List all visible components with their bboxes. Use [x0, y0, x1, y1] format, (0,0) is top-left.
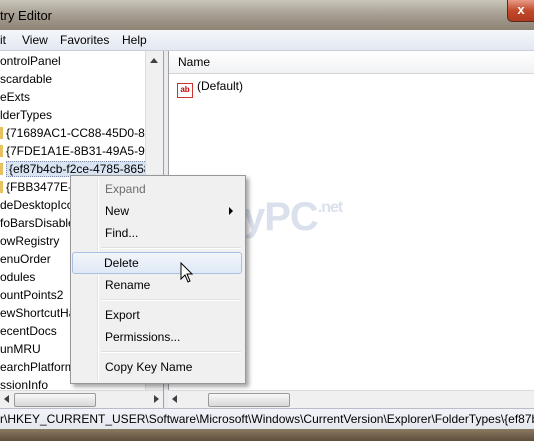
tree-horizontal-scrollbar[interactable]	[0, 390, 163, 408]
context-menu: Expand New Find... Delete Rename Export …	[70, 175, 246, 384]
values-horizontal-scrollbar[interactable]	[168, 390, 534, 408]
scroll-thumb[interactable]	[14, 393, 96, 407]
menu-separator	[101, 299, 241, 301]
title-bar: try Editor x	[0, 0, 534, 30]
menu-item-delete[interactable]: Delete	[72, 252, 242, 274]
tree-item[interactable]: deDesktopIco	[0, 196, 73, 214]
menu-item-find[interactable]: Find...	[73, 222, 243, 244]
tree-item[interactable]: owRegistry	[0, 232, 59, 250]
tree-item[interactable]: {7FDE1A1E-8B31-49A5-93E	[0, 142, 159, 160]
scroll-thumb[interactable]	[208, 393, 290, 407]
status-bar: r\HKEY_CURRENT_USER\Software\Microsoft\W…	[0, 408, 534, 429]
menu-item-expand[interactable]: Expand	[73, 178, 243, 200]
menu-bar: it View Favorites Help	[0, 30, 534, 51]
menu-view[interactable]: View	[22, 33, 48, 47]
scroll-right-arrow-icon[interactable]	[154, 395, 159, 403]
scroll-up-arrow-icon[interactable]	[150, 58, 158, 63]
menu-item-rename[interactable]: Rename	[73, 274, 243, 296]
column-header-name[interactable]: Name	[169, 51, 534, 74]
mouse-cursor-icon	[180, 262, 194, 283]
tree-item[interactable]: scardable	[0, 70, 52, 88]
tree-item[interactable]: eExts	[0, 88, 30, 106]
menu-favorites[interactable]: Favorites	[60, 33, 109, 47]
tree-item[interactable]: {71689AC1-CC88-45D0-8A	[0, 124, 153, 142]
desktop-background	[0, 429, 534, 441]
menu-help[interactable]: Help	[122, 33, 147, 47]
tree-item[interactable]: unMRU	[0, 340, 41, 358]
window-title: try Editor	[0, 8, 53, 23]
tree-item[interactable]: earchPlatform	[0, 358, 75, 376]
tree-item[interactable]: enuOrder	[0, 250, 51, 268]
folder-icon	[0, 127, 3, 139]
scroll-left-arrow-icon[interactable]	[4, 395, 9, 403]
menu-item-permissions[interactable]: Permissions...	[73, 326, 243, 348]
menu-edit[interactable]: it	[0, 33, 6, 47]
tree-item[interactable]: ontrolPanel	[0, 52, 61, 70]
folder-icon	[0, 163, 3, 175]
tree-item[interactable]: odules	[0, 268, 35, 286]
tree-item[interactable]: ecentDocs	[0, 322, 57, 340]
folder-icon	[0, 181, 3, 193]
menu-item-new[interactable]: New	[73, 200, 243, 222]
menu-separator	[101, 247, 241, 249]
close-button[interactable]: x	[507, 0, 534, 22]
scroll-left-arrow-icon[interactable]	[172, 395, 177, 403]
tree-item[interactable]: ountPoints2	[0, 286, 63, 304]
string-value-icon: ab	[177, 83, 193, 98]
menu-item-copy-key-name[interactable]: Copy Key Name	[73, 356, 243, 378]
tree-item[interactable]: ewShortcutHa	[0, 304, 75, 322]
tree-item[interactable]: foBarsDisable	[0, 214, 75, 232]
menu-item-export[interactable]: Export	[73, 304, 243, 326]
folder-icon	[0, 145, 3, 157]
value-row[interactable]: ab (Default)	[177, 77, 244, 98]
tree-item[interactable]: lderTypes	[0, 106, 52, 124]
tree-item[interactable]: {FBB3477E-C	[0, 178, 81, 196]
menu-separator	[101, 351, 241, 353]
value-name: (Default)	[197, 79, 244, 93]
submenu-arrow-icon	[229, 207, 233, 215]
close-icon: x	[517, 2, 525, 17]
registry-path: r\HKEY_CURRENT_USER\Software\Microsoft\W…	[0, 412, 534, 426]
